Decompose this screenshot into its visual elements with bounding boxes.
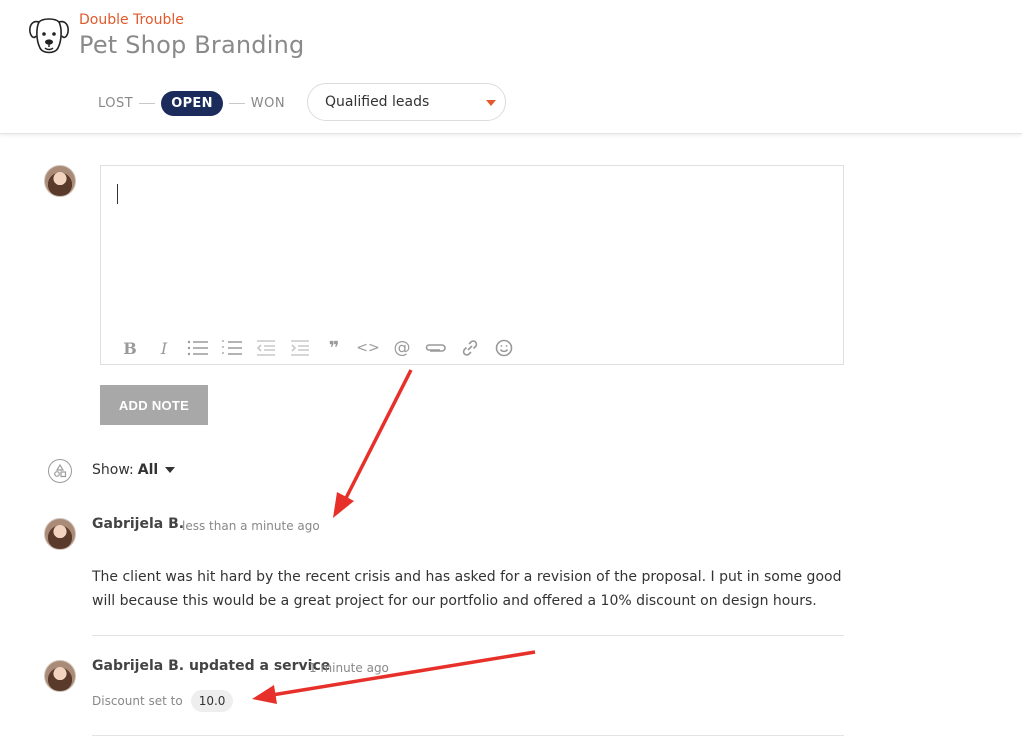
quote-icon[interactable]: ❞ <box>317 336 351 360</box>
company-name[interactable]: Double Trouble <box>79 12 184 28</box>
show-filter-value: All <box>137 462 159 478</box>
activity-time: 1 minute ago <box>309 661 389 675</box>
lead-status-value: Qualified leads <box>325 94 430 110</box>
lead-status-dropdown[interactable]: Qualified leads <box>307 83 506 121</box>
caret-down-icon <box>486 100 496 106</box>
mention-icon[interactable]: @ <box>385 336 419 360</box>
filter-shapes-icon[interactable] <box>48 459 72 483</box>
activity-time: less than a minute ago <box>182 519 320 533</box>
avatar <box>44 660 76 692</box>
editor-toolbar: B I ❞ <> @ <box>113 336 521 360</box>
deal-header: Double Trouble Pet Shop Branding LOST OP… <box>0 0 1022 134</box>
pipeline-stages: LOST OPEN WON <box>98 90 285 116</box>
emoji-icon[interactable] <box>487 336 521 360</box>
activity-author[interactable]: Gabrijela B. <box>92 516 184 532</box>
caret-down-icon <box>165 467 176 473</box>
attachment-icon[interactable] <box>419 336 453 360</box>
code-icon[interactable]: <> <box>351 336 385 360</box>
note-editor[interactable]: B I ❞ <> @ <box>100 165 844 365</box>
discount-value-badge: 10.0 <box>190 690 234 712</box>
divider <box>92 735 844 736</box>
detail-label: Discount set to <box>92 694 183 708</box>
indent-icon[interactable] <box>283 336 317 360</box>
stage-lost[interactable]: LOST <box>98 96 133 111</box>
activity-detail: Discount set to 10.0 <box>92 690 234 712</box>
numbered-list-icon[interactable] <box>215 336 249 360</box>
stage-divider <box>139 102 156 104</box>
stage-open[interactable]: OPEN <box>161 90 223 116</box>
italic-icon[interactable]: I <box>147 336 181 360</box>
avatar <box>44 518 76 550</box>
dog-logo-icon <box>29 18 69 54</box>
text-cursor <box>117 184 118 204</box>
avatar <box>44 165 76 197</box>
add-note-button[interactable]: ADD NOTE <box>100 385 208 425</box>
stage-divider <box>228 102 245 104</box>
divider <box>92 635 844 636</box>
activity-author[interactable]: Gabrijela B. <box>92 658 184 674</box>
annotation-arrow <box>333 369 413 518</box>
link-icon[interactable] <box>453 336 487 360</box>
note-body: The client was hit hard by the recent cr… <box>92 569 842 609</box>
show-filter-label: Show: <box>92 462 134 478</box>
activity-header: Gabrijela B. updated a service <box>92 658 330 674</box>
outdent-icon[interactable] <box>249 336 283 360</box>
page-title: Pet Shop Branding <box>79 31 305 59</box>
stage-won[interactable]: WON <box>251 96 285 111</box>
bullet-list-icon[interactable] <box>181 336 215 360</box>
bold-icon[interactable]: B <box>113 336 147 360</box>
show-filter-dropdown[interactable]: Show: All <box>92 462 176 478</box>
